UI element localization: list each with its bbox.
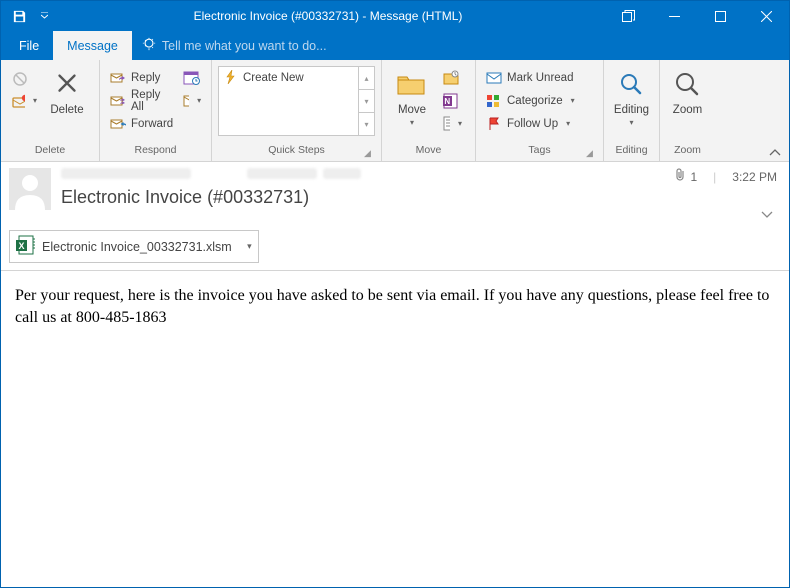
window-title: Electronic Invoice (#00332731) - Message… xyxy=(51,9,605,23)
outlook-message-window: Electronic Invoice (#00332731) - Message… xyxy=(0,0,790,588)
quicksteps-launcher-icon[interactable]: ◢ xyxy=(360,146,375,161)
message-header: Electronic Invoice (#00332731) 1 | 3:22 … xyxy=(1,162,789,271)
message-subject: Electronic Invoice (#00332731) xyxy=(61,187,664,208)
delete-button[interactable]: Delete xyxy=(43,64,91,116)
attachment-chip[interactable]: X Electronic Invoice_00332731.xlsm ▾ xyxy=(9,230,259,263)
ribbon-tab-row: File Message Tell me what you want to do… xyxy=(1,31,789,60)
attachment-filename: Electronic Invoice_00332731.xlsm xyxy=(42,240,232,254)
group-label-tags: Tags ◢ xyxy=(482,144,597,161)
gallery-scroll-down[interactable]: ▾ xyxy=(359,89,374,112)
expand-header-button[interactable] xyxy=(757,208,777,224)
paperclip-icon xyxy=(674,168,686,185)
actions-button[interactable] xyxy=(438,112,466,135)
gallery-scroll-up[interactable]: ▴ xyxy=(359,67,374,89)
mark-unread-icon xyxy=(486,70,502,86)
group-label-respond: Respond xyxy=(106,144,205,161)
tell-me-search[interactable]: Tell me what you want to do... xyxy=(132,31,337,60)
forward-button[interactable]: Forward xyxy=(106,112,177,135)
sender-line xyxy=(61,168,664,182)
ribbon: Delete Delete Reply Reply All xyxy=(1,60,789,162)
quick-step-create-new[interactable]: Create New xyxy=(219,67,374,89)
gallery-expand[interactable]: ▾ xyxy=(359,112,374,135)
group-label-editing: Editing xyxy=(610,144,653,161)
excel-file-icon: X xyxy=(14,234,36,259)
reply-all-icon xyxy=(110,93,126,109)
group-label-delete: Delete xyxy=(7,144,93,161)
zoom-button[interactable]: Zoom xyxy=(666,64,709,116)
window-popout-button[interactable] xyxy=(605,1,651,31)
move-folder-icon xyxy=(396,68,428,102)
meeting-button[interactable] xyxy=(179,66,205,89)
lightning-icon xyxy=(225,70,237,87)
categorize-icon xyxy=(486,93,502,109)
minimize-button[interactable] xyxy=(651,1,697,31)
tab-message[interactable]: Message xyxy=(53,31,132,60)
editing-button[interactable]: Editing▾ xyxy=(610,64,653,129)
save-button[interactable] xyxy=(7,4,31,28)
reply-button[interactable]: Reply xyxy=(106,66,177,89)
group-label-move: Move xyxy=(388,144,469,161)
group-label-zoom: Zoom xyxy=(666,144,709,161)
quick-steps-gallery[interactable]: Create New ▴ ▾ ▾ xyxy=(218,66,375,136)
collapse-ribbon-button[interactable] xyxy=(764,145,786,161)
sender-avatar xyxy=(9,168,51,210)
close-button[interactable] xyxy=(743,1,789,31)
tab-file[interactable]: File xyxy=(5,31,53,60)
forward-icon xyxy=(110,116,126,132)
flag-icon xyxy=(486,116,502,132)
attachment-dropdown-arrow[interactable]: ▾ xyxy=(247,241,252,252)
mark-unread-button[interactable]: Mark Unread xyxy=(482,66,579,89)
lightbulb-icon xyxy=(142,37,156,54)
qat-customize-arrow[interactable] xyxy=(37,4,51,28)
ignore-button[interactable] xyxy=(7,66,41,89)
tags-launcher-icon[interactable]: ◢ xyxy=(582,146,597,161)
rules-button[interactable] xyxy=(438,66,466,89)
junk-button[interactable] xyxy=(7,89,41,112)
svg-text:X: X xyxy=(18,241,24,251)
reply-all-button[interactable]: Reply All xyxy=(106,89,177,112)
more-respond-button[interactable] xyxy=(179,89,205,112)
reply-icon xyxy=(110,70,126,86)
onenote-button[interactable]: N xyxy=(438,89,466,112)
group-label-quicksteps: Quick Steps ◢ xyxy=(218,144,375,161)
find-icon xyxy=(618,68,646,102)
maximize-button[interactable] xyxy=(697,1,743,31)
categorize-button[interactable]: Categorize xyxy=(482,89,579,112)
delete-icon xyxy=(52,68,82,102)
zoom-icon xyxy=(674,68,702,102)
tell-me-placeholder: Tell me what you want to do... xyxy=(162,39,327,53)
message-body: Per your request, here is the invoice yo… xyxy=(1,271,789,342)
received-time: 3:22 PM xyxy=(732,170,777,184)
titlebar: Electronic Invoice (#00332731) - Message… xyxy=(1,1,789,31)
svg-text:N: N xyxy=(444,97,450,106)
attachment-indicator: 1 xyxy=(674,168,697,185)
follow-up-button[interactable]: Follow Up xyxy=(482,112,579,135)
move-button[interactable]: Move▾ xyxy=(388,64,436,129)
